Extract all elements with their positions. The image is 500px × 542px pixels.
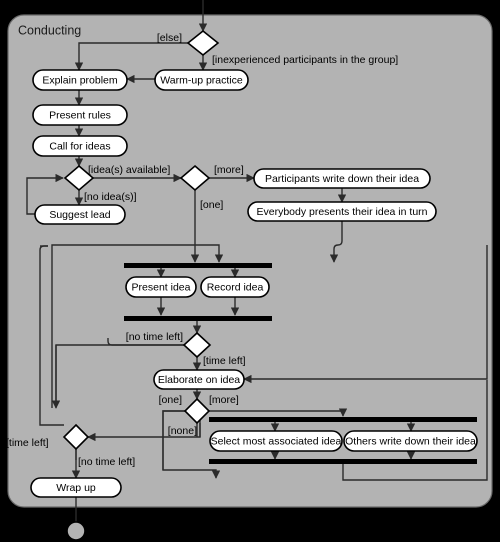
- uml-activity-diagram-svg: Conducting explain problem (left branch)…: [0, 0, 500, 542]
- guard-one-2: [one]: [159, 394, 182, 406]
- activity-warm-up-practice[interactable]: Warm-up practice: [154, 69, 249, 91]
- join-select-others[interactable]: [209, 459, 477, 464]
- activity-suggest-lead[interactable]: Suggest lead: [34, 204, 126, 225]
- activity-explain-problem-label: Explain problem: [42, 74, 118, 86]
- guard-time-left-1: [time left]: [203, 355, 246, 367]
- activity-present-rules[interactable]: Present rules: [32, 104, 128, 126]
- guard-more-2: [more]: [209, 394, 239, 406]
- activity-present-idea[interactable]: Present idea: [125, 276, 197, 298]
- activity-present-rules-label: Present rules: [49, 109, 111, 121]
- guard-one-1: [one]: [200, 199, 223, 211]
- guard-more-1: [more]: [214, 164, 244, 176]
- activity-others-write-idea[interactable]: Others write down their idea: [343, 430, 478, 452]
- guard-no-time-left-1: [no time left]: [126, 331, 183, 343]
- guard-ideas-available: [idea(s) available]: [88, 164, 170, 176]
- activity-everybody-presents-idea[interactable]: Everybody presents their idea in turn: [247, 201, 437, 222]
- activity-call-for-ideas-label: Call for ideas: [49, 140, 110, 152]
- activity-elaborate-on-idea-label: Elaborate on idea: [158, 374, 240, 386]
- activity-participants-write-idea-label: Participants write down their idea: [265, 173, 419, 185]
- activity-warm-up-practice-label: Warm-up practice: [160, 74, 243, 86]
- activity-record-idea[interactable]: Record idea: [200, 276, 270, 298]
- activity-call-for-ideas[interactable]: Call for ideas: [32, 135, 128, 157]
- activity-participants-write-idea[interactable]: Participants write down their idea: [253, 168, 431, 189]
- activity-diagram-canvas: Conducting explain problem (left branch)…: [0, 0, 500, 542]
- guard-inexperienced: [inexperienced participants in the group…: [212, 54, 398, 66]
- activity-wrap-up-label: Wrap up: [56, 482, 96, 494]
- fork-select-others[interactable]: [209, 417, 477, 422]
- activity-select-most-associated-idea-label: Select most associated idea: [211, 435, 342, 447]
- activity-wrap-up[interactable]: Wrap up: [30, 477, 122, 498]
- guard-time-left-2: [time left]: [6, 437, 49, 449]
- guard-else: [else]: [157, 32, 182, 44]
- activity-explain-problem[interactable]: Explain problem: [32, 69, 128, 91]
- activity-select-most-associated-idea[interactable]: Select most associated idea: [209, 430, 343, 452]
- guard-none: [none]: [168, 425, 197, 437]
- fork-present-record[interactable]: [124, 263, 272, 268]
- guard-no-time-left-2: [no time left]: [78, 456, 135, 468]
- guard-no-ideas: [no idea(s)]: [84, 191, 137, 203]
- activity-others-write-idea-label: Others write down their idea: [345, 435, 476, 447]
- activity-suggest-lead-label: Suggest lead: [49, 209, 110, 221]
- join-present-record[interactable]: [124, 316, 272, 321]
- activity-present-idea-label: Present idea: [132, 281, 191, 293]
- activity-everybody-presents-idea-label: Everybody presents their idea in turn: [256, 206, 427, 218]
- frame-title: Conducting: [18, 23, 81, 37]
- activity-record-idea-label: Record idea: [207, 281, 264, 293]
- activity-elaborate-on-idea[interactable]: Elaborate on idea: [153, 369, 245, 390]
- activity-final-node[interactable]: [66, 521, 86, 541]
